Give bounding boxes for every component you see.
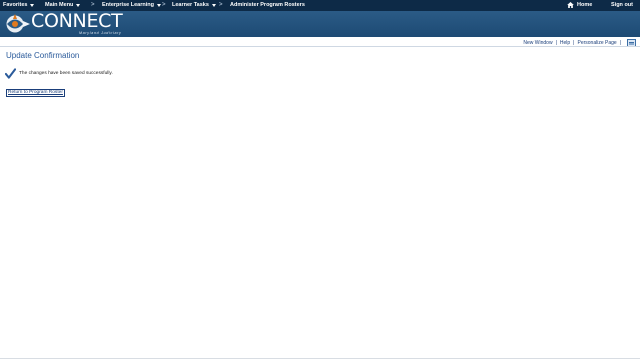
breadcrumb-separator: > <box>162 2 166 8</box>
main-menu-label: Main Menu <box>45 2 74 8</box>
favorites-label: Favorites <box>3 2 28 8</box>
home-label: Home <box>577 2 593 8</box>
sign-out-link[interactable]: Sign out <box>611 2 633 8</box>
return-to-program-roster-link[interactable]: Return to Program Roster <box>6 89 65 97</box>
enterprise-learning-menu[interactable]: Enterprise Learning <box>102 2 161 8</box>
learner-tasks-label: Learner Tasks <box>172 2 209 8</box>
main-menu[interactable]: Main Menu <box>45 2 81 8</box>
sign-out-label: Sign out <box>611 2 633 8</box>
breadcrumb-separator: > <box>219 2 223 8</box>
divider <box>0 358 640 359</box>
chevron-down-icon <box>76 3 81 7</box>
judiciary-logo-icon <box>6 14 30 33</box>
checkmark-icon <box>5 68 16 79</box>
home-icon <box>567 2 574 8</box>
favorites-menu[interactable]: Favorites <box>3 2 35 8</box>
breadcrumb-separator: > <box>91 2 95 8</box>
current-page-label: Administer Program Rosters <box>230 2 305 8</box>
home-link[interactable]: Home <box>567 2 592 8</box>
administer-program-rosters-link[interactable]: Administer Program Rosters <box>230 2 305 8</box>
page-title: Update Confirmation <box>6 51 80 60</box>
confirmation-text: The changes have been saved successfully… <box>19 71 113 76</box>
chevron-down-icon <box>30 3 35 7</box>
chevron-down-icon <box>211 3 216 7</box>
enterprise-learning-label: Enterprise Learning <box>102 2 154 8</box>
confirmation-message: The changes have been saved successfully… <box>5 68 113 79</box>
app-logo-text: CONNECT <box>31 10 123 32</box>
divider <box>0 46 640 47</box>
learner-tasks-menu[interactable]: Learner Tasks <box>172 2 216 8</box>
chevron-down-icon <box>156 3 161 7</box>
app-logo-subtitle: Maryland Judiciary <box>79 31 122 35</box>
